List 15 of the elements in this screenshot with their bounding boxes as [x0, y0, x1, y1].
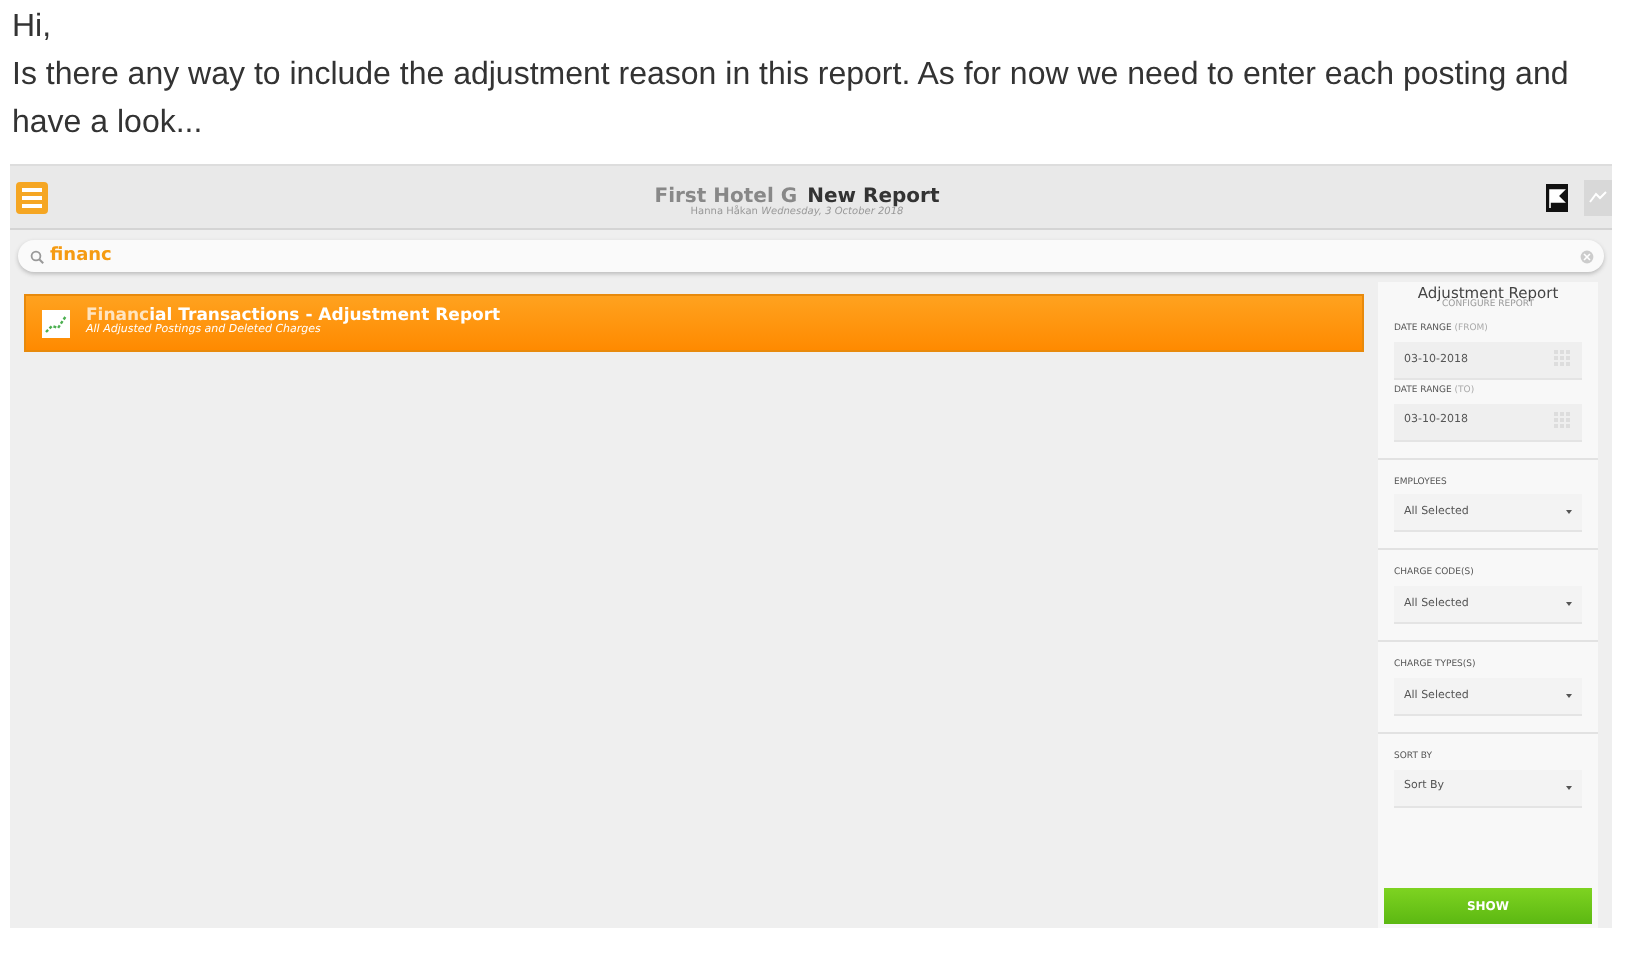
clear-icon[interactable]: [1580, 249, 1594, 263]
flag-icon[interactable]: [1546, 183, 1568, 211]
page-title: New Report: [807, 186, 940, 208]
greeting: Hi,: [12, 8, 54, 48]
caret-icon: [1566, 785, 1572, 789]
chart-icon[interactable]: [1584, 179, 1612, 215]
caret-icon: [1566, 693, 1572, 698]
menu-icon[interactable]: [16, 181, 48, 213]
caret-icon: [1566, 510, 1572, 515]
search-icon: [30, 249, 44, 263]
hotel-name: First Hotel G: [654, 186, 798, 208]
post-text: Is there any way to include the adjustment reason in this report. As for now we need to enter each posting and have a look...: [12, 56, 1571, 144]
report-title: Financial Transactions - Adjustment Report: [86, 307, 501, 325]
caret-icon: [1566, 602, 1572, 606]
chart-icon: [42, 309, 70, 337]
